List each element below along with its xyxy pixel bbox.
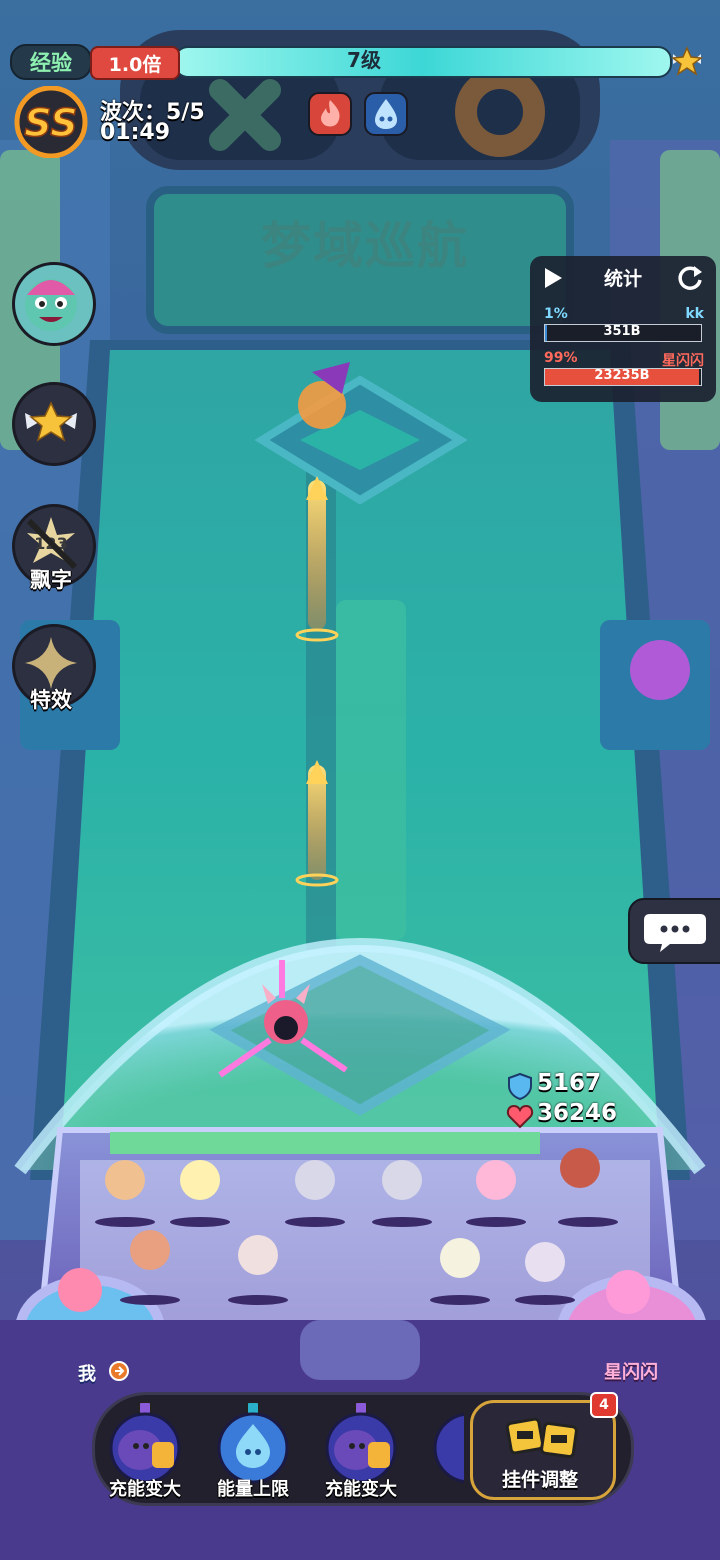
shield-value: 5167 [537,1070,602,1096]
my-player-label: 我 [78,1364,96,1385]
winged-star-icon [25,401,77,442]
purple-blob-icon [433,1412,464,1484]
skill-label: 充能变大 [325,1479,397,1500]
star-wings-button[interactable] [12,382,96,466]
skill-label: 能量上限 [217,1479,289,1500]
wave-timer: 01:49 [100,120,171,145]
refresh-icon[interactable] [676,264,704,292]
skill-label: 充能变大 [109,1479,181,1500]
damage-stats-panel: 统计 1% kk 351B 99% 星闪闪 23235B [530,256,716,402]
arena-title: 梦域巡航 [261,217,469,275]
xp-multiplier: 1.0倍 [90,46,180,80]
settings-badge-icon [109,1361,129,1381]
chat-bubble-icon [644,914,706,952]
heart-icon [506,1104,534,1129]
rank-text: SS [24,101,77,145]
xp-bar-container: 经验 1.0倍 7级 [10,44,710,80]
pendant-adjust-label: 挂件调整 [501,1469,578,1491]
stat-percent: 1% [544,306,568,322]
hp-value: 36246 [537,1100,618,1126]
player-avatar-button[interactable] [12,262,96,346]
xp-label: 经验 [10,44,92,80]
box-characters-icon [505,1417,578,1459]
stat-damage-value: 351B [603,324,641,339]
stat-player-name: kk [685,306,704,322]
opponent-player-label: 星闪闪 [604,1362,658,1383]
float-text-label: 飘字 [30,568,72,592]
effects-label: 特效 [30,688,72,712]
fire-element-icon[interactable] [308,92,352,136]
rank-badge-icon: SS [14,86,88,158]
avatar-face-icon [25,279,77,331]
player-level: 7级 [347,48,381,72]
water-element-icon[interactable] [364,92,408,136]
stat-player-name: 星闪闪 [662,353,704,369]
chat-button[interactable] [628,898,720,964]
notification-badge: 4 [590,1392,618,1418]
skill-slot-partial[interactable] [424,1402,464,1492]
star-rank-icon[interactable] [670,44,704,78]
stat-damage-value: 23235B [594,368,650,383]
stat-percent: 99% [544,350,578,366]
shield-icon [508,1072,532,1100]
